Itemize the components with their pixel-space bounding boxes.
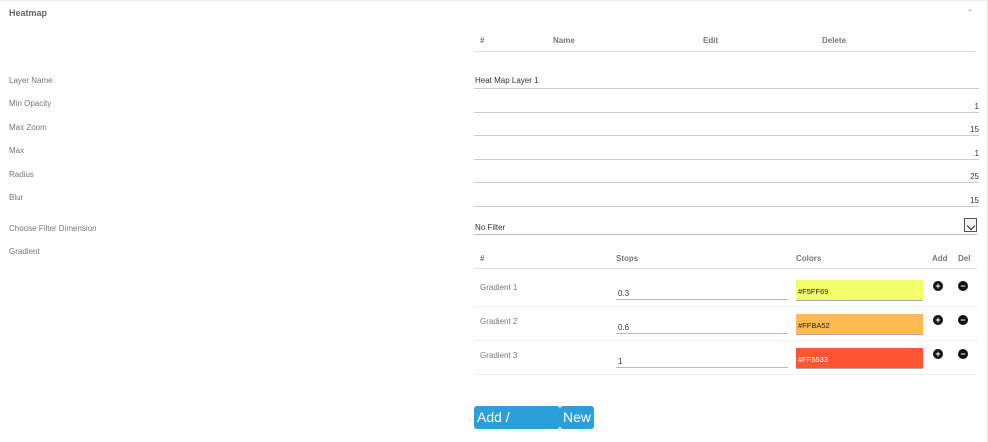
gradient-row: Gradient 1 0.3 #F5FF69 + −: [474, 273, 977, 307]
minus-circle-icon[interactable]: −: [958, 281, 968, 291]
layer-name-label: Layer Name: [9, 76, 53, 85]
panel-title: Heatmap: [9, 8, 48, 18]
add-update-button[interactable]: Add / Update: [474, 406, 560, 442]
filter-dimension-value: No Filter: [475, 223, 506, 232]
gradient-col-del: Del: [958, 254, 971, 263]
max-zoom-label: Max Zoom: [9, 123, 47, 132]
radius-label: Radius: [9, 170, 34, 179]
gradient-row: Gradient 2 0.6 #FFBA52 + −: [474, 307, 977, 341]
gradient-row: Gradient 3 1 #FF5533 + −: [474, 341, 977, 375]
layers-col-delete: Delete: [822, 36, 847, 45]
color-input[interactable]: #FFBA52: [796, 314, 923, 335]
gradient-name: Gradient 3: [480, 351, 518, 360]
layer-name-input[interactable]: Heat Map Layer 1: [474, 73, 979, 89]
chevron-down-icon[interactable]: [964, 218, 977, 232]
gradient-col-add: Add: [932, 254, 948, 263]
gradient-col-number: #: [480, 254, 485, 263]
chevron-up-icon[interactable]: ⌃: [964, 7, 976, 19]
max-input[interactable]: 1: [474, 144, 979, 160]
layers-col-number: #: [480, 36, 485, 45]
layers-table-header: # Name Edit Delete: [474, 31, 975, 52]
minus-circle-icon[interactable]: −: [958, 315, 968, 325]
gradient-table-header: # Stops Colors Add Del: [474, 249, 977, 269]
layers-col-edit: Edit: [703, 36, 719, 45]
divider: [0, 0, 988, 1]
min-opacity-input[interactable]: 1: [474, 97, 979, 113]
max-zoom-input[interactable]: 15: [474, 120, 979, 136]
plus-circle-icon[interactable]: +: [933, 315, 943, 325]
minus-circle-icon[interactable]: −: [958, 349, 968, 359]
blur-label: Blur: [9, 193, 24, 202]
plus-circle-icon[interactable]: +: [933, 281, 943, 291]
blur-input[interactable]: 15: [474, 191, 979, 207]
gradient-col-colors: Colors: [796, 254, 822, 263]
radius-input[interactable]: 25: [474, 167, 979, 183]
new-button[interactable]: New: [560, 406, 594, 429]
gradient-col-stops: Stops: [616, 254, 639, 263]
plus-circle-icon[interactable]: +: [933, 349, 943, 359]
color-input[interactable]: #FF5533: [796, 348, 923, 369]
gradient-name: Gradient 2: [480, 317, 518, 326]
gradient-name: Gradient 1: [480, 283, 518, 292]
min-opacity-label: Min Opacity: [9, 99, 52, 108]
gradient-label: Gradient: [9, 247, 40, 256]
filter-dimension-select[interactable]: No Filter: [474, 218, 977, 235]
stop-input[interactable]: 0.3: [616, 284, 788, 300]
max-label: Max: [9, 146, 25, 155]
layers-col-name[interactable]: Name: [553, 36, 575, 45]
color-input[interactable]: #F5FF69: [796, 280, 923, 301]
heatmap-panel: Heatmap ⌃ # Name Edit Delete Layer Name …: [0, 0, 988, 442]
stop-input[interactable]: 1: [616, 352, 788, 368]
filter-dimension-label: Choose Filter Dimension: [9, 224, 97, 233]
stop-input[interactable]: 0.6: [616, 318, 788, 334]
